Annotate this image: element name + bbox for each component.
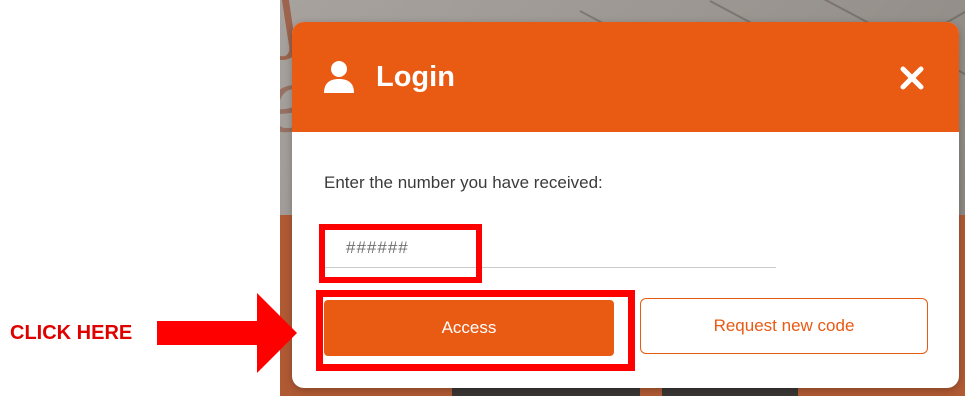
code-prompt: Enter the number you have received: (324, 173, 603, 192)
modal-header: Login (292, 22, 959, 132)
access-button-highlight-box (316, 290, 635, 371)
arrow-right-icon (157, 293, 297, 373)
close-icon[interactable] (899, 65, 925, 91)
input-highlight-box (319, 224, 482, 283)
user-icon (324, 61, 354, 93)
modal-title: Login (376, 61, 455, 93)
click-here-label: CLICK HERE (10, 322, 133, 344)
request-new-code-button[interactable]: Request new code (640, 298, 928, 354)
